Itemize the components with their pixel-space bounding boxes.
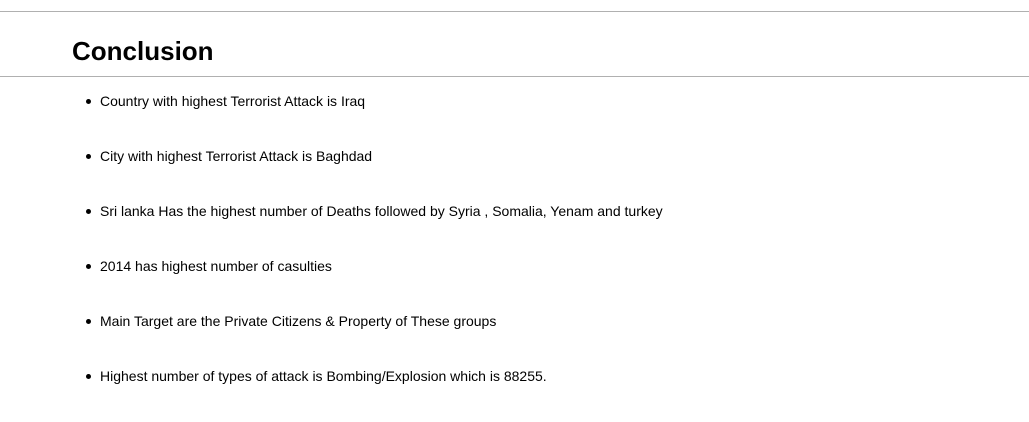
list-item: Highest number of types of attack is Bom… [86,367,663,422]
list-item: Main Target are the Private Citizens & P… [86,312,663,367]
top-divider [0,11,1029,12]
list-item: City with highest Terrorist Attack is Ba… [86,147,663,202]
list-item: Country with highest Terrorist Attack is… [86,92,663,147]
list-item: 2014 has highest number of casulties [86,257,663,312]
section-heading: Conclusion [72,36,214,66]
list-item: Sri lanka Has the highest number of Deat… [86,202,663,257]
heading-divider [0,76,1029,77]
conclusion-list: Country with highest Terrorist Attack is… [86,92,663,422]
